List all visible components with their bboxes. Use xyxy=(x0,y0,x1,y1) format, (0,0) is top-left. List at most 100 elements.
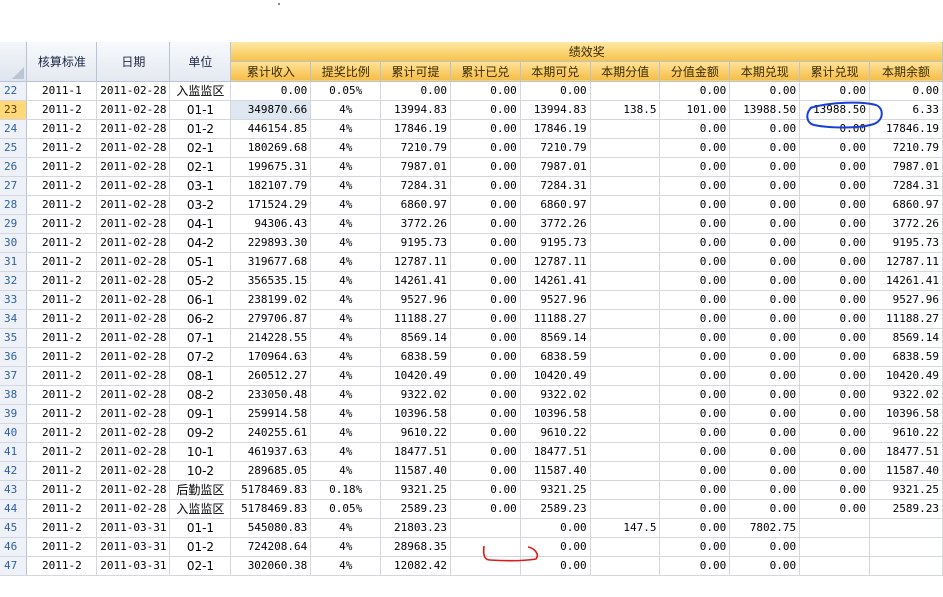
period-payout-cell[interactable]: 0.00 xyxy=(729,157,801,177)
score-amount-cell[interactable]: 0.00 xyxy=(659,309,731,329)
table-row[interactable]: 37 2011-2 2011-02-28 08-1 260512.27 4% 10420.4… xyxy=(0,366,943,386)
cumulative-payout-cell[interactable]: 0.00 xyxy=(799,119,871,139)
period-score-cell[interactable] xyxy=(590,195,661,215)
period-score-cell[interactable] xyxy=(590,157,661,177)
unit-cell[interactable]: 02-1 xyxy=(169,157,232,177)
table-row[interactable]: 36 2011-2 2011-02-28 07-2 170964.63 4% 6838.59… xyxy=(0,347,943,367)
cumulative-redeemed-cell[interactable]: 0.00 xyxy=(450,100,521,120)
table-row[interactable]: 24 2011-2 2011-02-28 01-2 446154.85 4% 17846.1… xyxy=(0,119,943,139)
period-balance-cell[interactable]: 10396.58 xyxy=(869,404,943,424)
row-number[interactable]: 27 xyxy=(0,176,28,196)
period-redeemable-cell[interactable]: 3772.26 xyxy=(520,214,591,234)
standard-cell[interactable]: 2011-2 xyxy=(26,556,98,576)
select-all-corner[interactable] xyxy=(0,42,28,82)
cumulative-withdrawable-cell[interactable]: 9527.96 xyxy=(380,290,451,310)
period-payout-cell[interactable]: 0.00 xyxy=(729,347,801,367)
column-header-2[interactable]: 提奖比例 xyxy=(310,61,382,82)
score-amount-cell[interactable]: 0.00 xyxy=(659,290,731,310)
table-row[interactable]: 29 2011-2 2011-02-28 04-1 94306.43 4% 3772.26 0… xyxy=(0,214,943,234)
table-row[interactable]: 23 2011-2 2011-02-28 01-1 349870.66 4% 13994.8… xyxy=(0,100,943,120)
bonus-ratio-cell[interactable]: 4% xyxy=(310,366,382,386)
cumulative-withdrawable-cell[interactable]: 8569.14 xyxy=(380,328,451,348)
bonus-ratio-cell[interactable]: 4% xyxy=(310,138,382,158)
cumulative-payout-cell[interactable]: 0.00 xyxy=(799,499,871,519)
table-row[interactable]: 40 2011-2 2011-02-28 09-2 240255.61 4% 9610.22… xyxy=(0,423,943,443)
cumulative-withdrawable-cell[interactable]: 10396.58 xyxy=(380,404,451,424)
cumulative-income-cell[interactable]: 233050.48 xyxy=(230,385,312,405)
standard-cell[interactable]: 2011-2 xyxy=(26,423,98,443)
table-row[interactable]: 34 2011-2 2011-02-28 06-2 279706.87 4% 11188.2… xyxy=(0,309,943,329)
cumulative-income-cell[interactable]: 319677.68 xyxy=(230,252,312,272)
row-number[interactable]: 36 xyxy=(0,347,28,367)
cumulative-withdrawable-cell[interactable]: 11188.27 xyxy=(380,309,451,329)
period-redeemable-cell[interactable]: 9321.25 xyxy=(520,480,591,500)
row-number[interactable]: 42 xyxy=(0,461,28,481)
row-number[interactable]: 26 xyxy=(0,157,28,177)
table-row[interactable]: 35 2011-2 2011-02-28 07-1 214228.55 4% 8569.14… xyxy=(0,328,943,348)
date-cell[interactable]: 2011-02-28 xyxy=(96,119,171,139)
table-row[interactable]: 46 2011-2 2011-03-31 01-2 724208.64 4% 28968.3… xyxy=(0,537,943,557)
unit-cell[interactable]: 01-2 xyxy=(169,537,232,557)
period-payout-cell[interactable]: 0.00 xyxy=(729,328,801,348)
period-redeemable-cell[interactable]: 9322.02 xyxy=(520,385,591,405)
cumulative-withdrawable-cell[interactable]: 28968.35 xyxy=(380,537,451,557)
cumulative-payout-cell[interactable] xyxy=(799,556,871,576)
row-number[interactable]: 37 xyxy=(0,366,28,386)
table-row[interactable]: 28 2011-2 2011-02-28 03-2 171524.29 4% 6860.97… xyxy=(0,195,943,215)
standard-cell[interactable]: 2011-2 xyxy=(26,328,98,348)
score-amount-cell[interactable]: 0.00 xyxy=(659,157,731,177)
cumulative-withdrawable-cell[interactable]: 17846.19 xyxy=(380,119,451,139)
bonus-ratio-cell[interactable]: 4% xyxy=(310,252,382,272)
table-row[interactable]: 27 2011-2 2011-02-28 03-1 182107.79 4% 7284.31… xyxy=(0,176,943,196)
date-cell[interactable]: 2011-02-28 xyxy=(96,442,171,462)
table-row[interactable]: 43 2011-2 2011-02-28 后勤监区 5178469.83 0.18% 932… xyxy=(0,480,943,500)
cumulative-redeemed-cell[interactable]: 0.00 xyxy=(450,347,521,367)
cumulative-withdrawable-cell[interactable]: 6838.59 xyxy=(380,347,451,367)
period-redeemable-cell[interactable]: 14261.41 xyxy=(520,271,591,291)
period-redeemable-cell[interactable]: 10396.58 xyxy=(520,404,591,424)
period-balance-cell[interactable]: 10420.49 xyxy=(869,366,943,386)
cumulative-payout-cell[interactable]: 0.00 xyxy=(799,81,871,101)
cumulative-payout-cell[interactable]: 0.00 xyxy=(799,309,871,329)
cumulative-redeemed-cell[interactable]: 0.00 xyxy=(450,442,521,462)
cumulative-withdrawable-cell[interactable]: 7284.31 xyxy=(380,176,451,196)
period-redeemable-cell[interactable]: 17846.19 xyxy=(520,119,591,139)
period-payout-cell[interactable]: 0.00 xyxy=(729,119,801,139)
period-balance-cell[interactable]: 11188.27 xyxy=(869,309,943,329)
unit-cell[interactable]: 10-1 xyxy=(169,442,232,462)
period-redeemable-cell[interactable]: 12787.11 xyxy=(520,252,591,272)
score-amount-cell[interactable]: 0.00 xyxy=(659,537,731,557)
bonus-ratio-cell[interactable]: 4% xyxy=(310,214,382,234)
date-cell[interactable]: 2011-02-28 xyxy=(96,271,171,291)
score-amount-cell[interactable]: 0.00 xyxy=(659,442,731,462)
bonus-ratio-cell[interactable]: 4% xyxy=(310,176,382,196)
period-score-cell[interactable] xyxy=(590,537,661,557)
score-amount-cell[interactable]: 0.00 xyxy=(659,328,731,348)
unit-cell[interactable]: 入监监区 xyxy=(169,499,232,519)
standard-cell[interactable]: 2011-2 xyxy=(26,537,98,557)
unit-cell[interactable]: 入监监区 xyxy=(169,81,232,101)
period-balance-cell[interactable]: 9321.25 xyxy=(869,480,943,500)
cumulative-payout-cell[interactable]: 0.00 xyxy=(799,271,871,291)
table-row[interactable]: 26 2011-2 2011-02-28 02-1 199675.31 4% 7987.01… xyxy=(0,157,943,177)
cumulative-withdrawable-cell[interactable]: 13994.83 xyxy=(380,100,451,120)
period-payout-cell[interactable]: 0.00 xyxy=(729,233,801,253)
unit-cell[interactable]: 09-1 xyxy=(169,404,232,424)
bonus-ratio-cell[interactable]: 4% xyxy=(310,233,382,253)
bonus-ratio-cell[interactable]: 4% xyxy=(310,119,382,139)
row-number[interactable]: 29 xyxy=(0,214,28,234)
date-cell[interactable]: 2011-02-28 xyxy=(96,366,171,386)
date-cell[interactable]: 2011-02-28 xyxy=(96,423,171,443)
period-redeemable-cell[interactable]: 6838.59 xyxy=(520,347,591,367)
standard-cell[interactable]: 2011-2 xyxy=(26,138,98,158)
date-cell[interactable]: 2011-02-28 xyxy=(96,81,171,101)
period-payout-cell[interactable]: 0.00 xyxy=(729,423,801,443)
date-cell[interactable]: 2011-02-28 xyxy=(96,176,171,196)
period-redeemable-cell[interactable]: 6860.97 xyxy=(520,195,591,215)
score-amount-cell[interactable]: 0.00 xyxy=(659,461,731,481)
bonus-ratio-cell[interactable]: 4% xyxy=(310,157,382,177)
bonus-ratio-cell[interactable]: 4% xyxy=(310,347,382,367)
cumulative-income-cell[interactable]: 446154.85 xyxy=(230,119,312,139)
period-redeemable-cell[interactable]: 9610.22 xyxy=(520,423,591,443)
cumulative-income-cell[interactable]: 545080.83 xyxy=(230,518,312,538)
